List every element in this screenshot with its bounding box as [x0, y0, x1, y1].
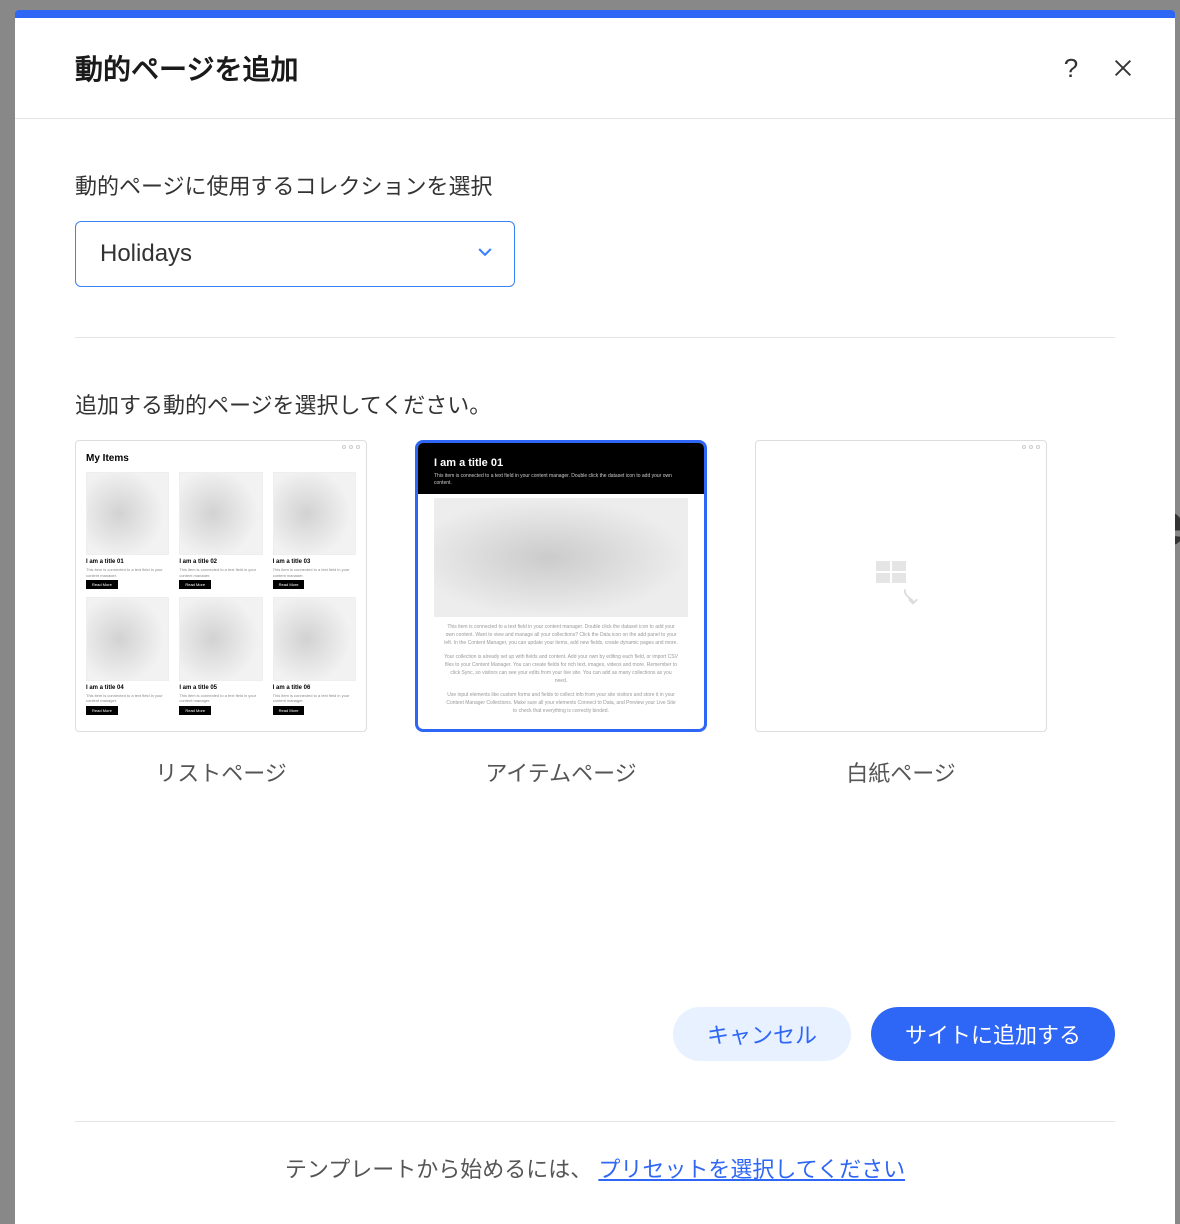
section-divider — [75, 337, 1115, 338]
close-icon[interactable] — [1111, 56, 1135, 80]
collection-select[interactable]: Holidays — [75, 221, 515, 287]
item-preview-subtitle: This item is connected to a text field i… — [434, 473, 688, 486]
list-preview-heading: My Items — [86, 453, 356, 464]
modal-header: 動的ページを追加 ? — [15, 18, 1175, 119]
preview-chrome-dots — [1022, 445, 1040, 449]
page-type-label: 追加する動的ページを選択してください。 — [75, 388, 1115, 420]
preset-link[interactable]: プリセットを選択してください — [598, 1157, 905, 1182]
footer-hint-text: テンプレートから始めるには、 — [285, 1157, 592, 1182]
backdrop-business-name: Business Name — [80, 0, 289, 2]
cancel-button[interactable]: キャンセル — [673, 1007, 851, 1061]
card-blank-page[interactable]: 白紙ページ — [755, 440, 1047, 788]
add-to-site-button[interactable]: サイトに追加する — [871, 1007, 1115, 1061]
card-item-label: アイテムページ — [485, 756, 636, 788]
item-preview-image — [434, 498, 688, 617]
footer-divider — [75, 1121, 1115, 1122]
footer-hint: テンプレートから始めるには、 プリセットを選択してください — [75, 1152, 1115, 1184]
help-icon[interactable]: ? — [1059, 56, 1083, 80]
modal-accent-bar — [15, 10, 1175, 18]
modal-title: 動的ページを追加 — [75, 48, 298, 88]
card-list-page[interactable]: My Items I am a title 01This item is con… — [75, 440, 367, 788]
card-blank-label: 白紙ページ — [846, 756, 956, 788]
preview-chrome-dots — [342, 445, 360, 449]
blank-page-icon — [876, 561, 926, 611]
item-preview-body: This item is connected to a text field i… — [418, 609, 704, 729]
card-list-label: リストページ — [155, 756, 287, 788]
list-preview-grid: I am a title 01This item is connected to… — [86, 472, 356, 715]
collection-select-value: Holidays — [100, 240, 192, 268]
collection-select-label: 動的ページに使用するコレクションを選択 — [75, 169, 1115, 201]
item-preview-title: I am a title 01 — [434, 457, 688, 469]
card-item-page[interactable]: I am a title 01 This item is connected t… — [415, 440, 707, 788]
add-dynamic-page-modal: 動的ページを追加 ? 動的ページに使用するコレクションを選択 Holidays … — [15, 18, 1175, 1224]
